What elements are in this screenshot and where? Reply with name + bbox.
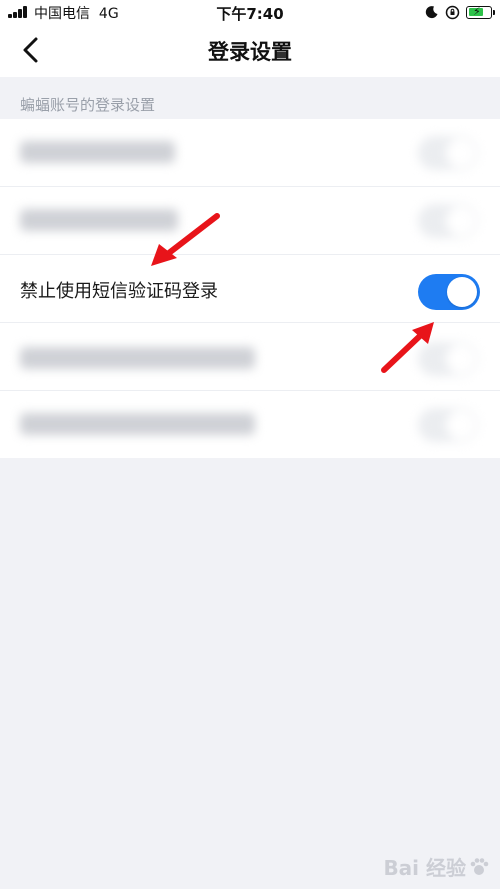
blurred-label	[20, 209, 178, 231]
watermark-text: Bai 经验	[383, 856, 466, 880]
baidu-jingyan-watermark: Bai 经验	[383, 852, 490, 881]
setting-row-blurred[interactable]	[0, 187, 500, 254]
blurred-toggle[interactable]	[418, 408, 478, 442]
section-header: 蝙蝠账号的登录设置	[20, 96, 156, 114]
sms-login-toggle[interactable]	[418, 274, 480, 310]
orientation-lock-icon	[445, 5, 460, 19]
blurred-label	[20, 413, 255, 435]
blurred-toggle[interactable]	[418, 204, 478, 238]
blurred-toggle[interactable]	[418, 136, 478, 170]
moon-icon	[425, 6, 438, 19]
status-right: ⚡	[425, 3, 495, 21]
page-title: 登录设置	[208, 40, 292, 64]
setting-row-blurred[interactable]	[0, 391, 500, 458]
setting-row-blurred[interactable]	[0, 323, 500, 390]
setting-row-blurred[interactable]	[0, 119, 500, 186]
status-bar: 中国电信 4G 下午7:40 ⚡	[0, 0, 500, 24]
blurred-label	[20, 347, 255, 369]
toggle-knob	[447, 277, 477, 307]
setting-label-sms-login: 禁止使用短信验证码登录	[20, 281, 218, 302]
nav-bar: 登录设置	[0, 24, 500, 77]
blurred-label	[20, 141, 175, 163]
blurred-toggle[interactable]	[418, 342, 478, 376]
paw-logo-icon	[470, 857, 489, 875]
settings-list: 禁止使用短信验证码登录	[0, 119, 500, 458]
battery-icon: ⚡	[466, 5, 495, 19]
